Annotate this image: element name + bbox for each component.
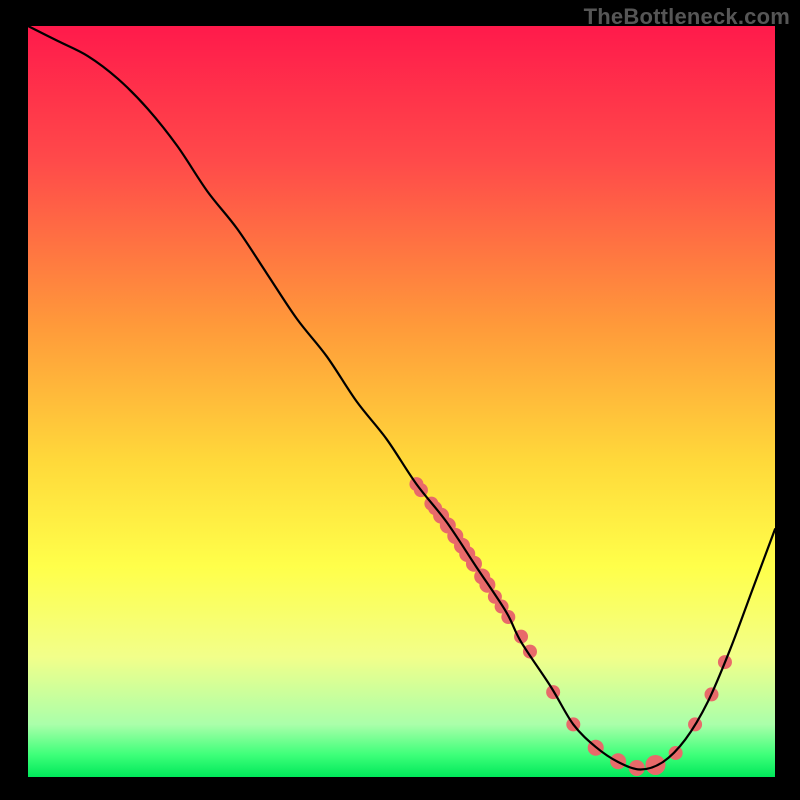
chart-svg — [28, 26, 775, 777]
gradient-background — [28, 26, 775, 777]
watermark-text: TheBottleneck.com — [584, 4, 790, 30]
chart-stage: TheBottleneck.com — [0, 0, 800, 800]
data-point — [669, 746, 683, 760]
